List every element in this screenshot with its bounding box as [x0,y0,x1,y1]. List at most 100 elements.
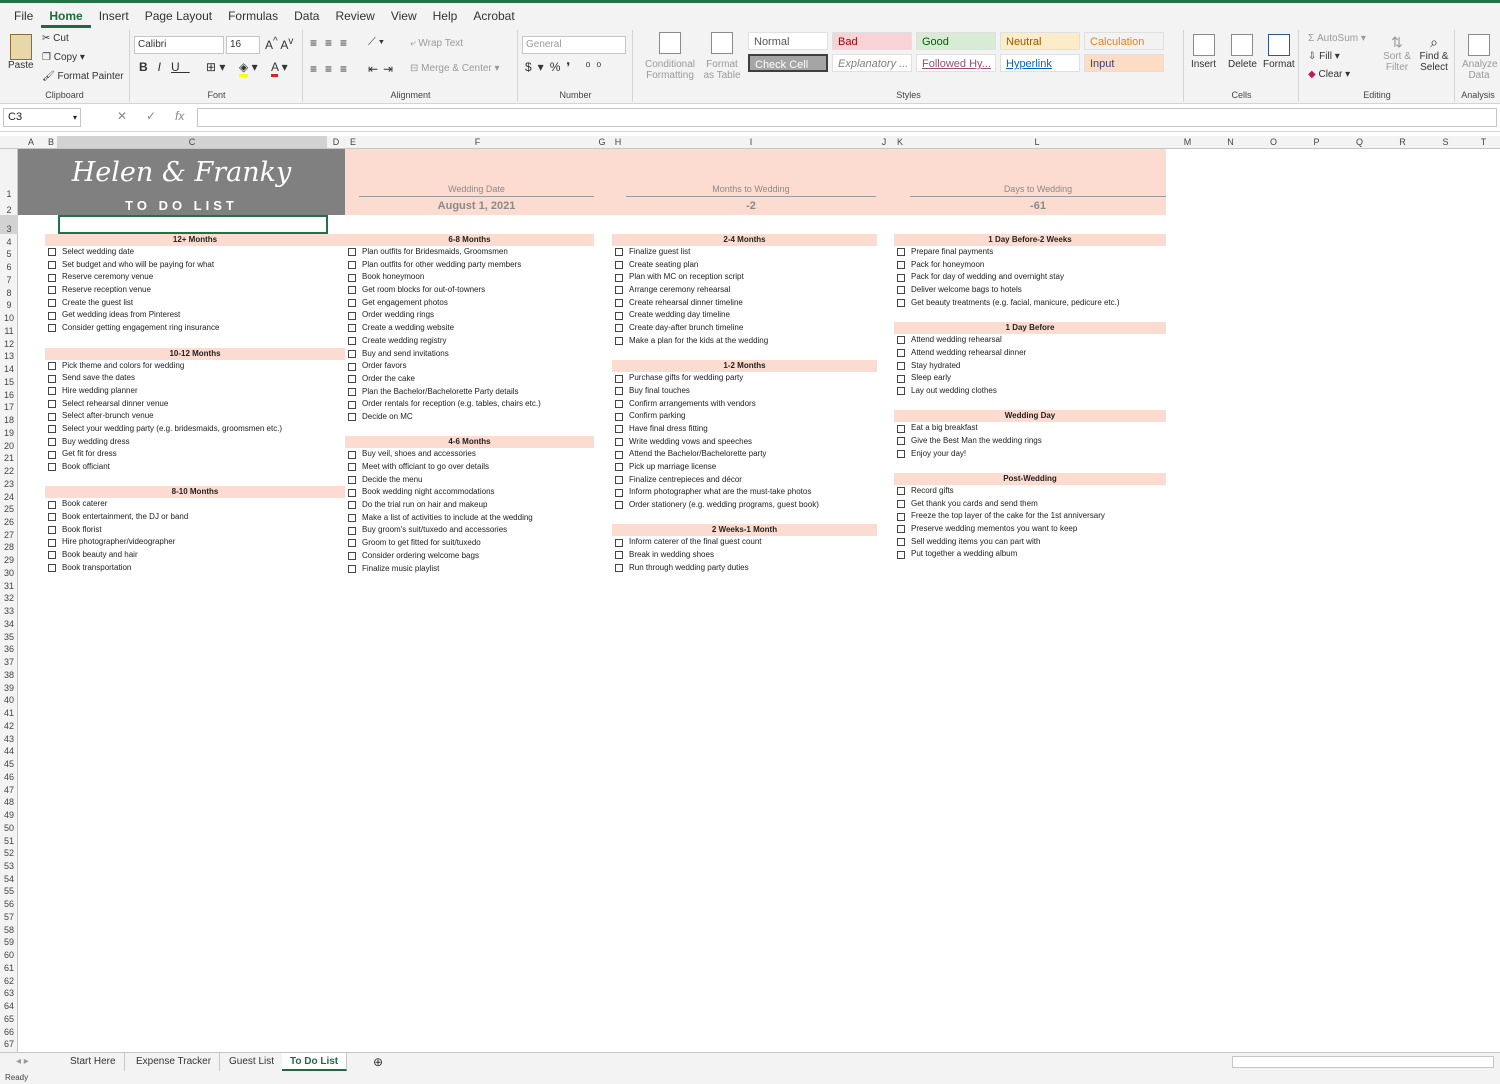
checkbox[interactable] [897,487,905,496]
row-header[interactable]: 38 [0,667,18,680]
menu-tab-page-layout[interactable]: Page Layout [137,9,220,28]
cut-button[interactable]: ✂ Cut [42,33,69,44]
fill-color-button[interactable]: ◈ ▾ [239,60,258,77]
column-header-p[interactable]: P [1295,137,1338,147]
menu-tab-data[interactable]: Data [286,9,327,28]
sheet-tab-to-do-list[interactable]: To Do List [282,1053,348,1071]
checkbox[interactable] [348,387,356,396]
row-header[interactable]: 50 [0,820,18,833]
checkbox[interactable] [615,261,623,270]
delete-cells-button[interactable]: Delete [1228,34,1257,70]
style-followed-hy[interactable]: Followed Hy... [916,54,996,72]
row-header[interactable]: 6 [0,259,18,272]
insert-function-button[interactable]: fx [175,109,184,123]
column-header-j[interactable]: J [876,137,892,147]
checkbox[interactable] [348,349,356,358]
row-header[interactable]: 42 [0,718,18,731]
row-header[interactable]: 29 [0,553,18,565]
row-header[interactable]: 36 [0,642,18,654]
row-header[interactable]: 5 [0,247,18,259]
checkbox[interactable] [897,299,905,308]
checkbox[interactable] [615,476,623,485]
font-color-button[interactable]: A ▾ [271,60,288,77]
row-header[interactable]: 51 [0,833,18,846]
checkbox[interactable] [348,526,356,535]
checkbox[interactable] [48,551,56,560]
row-header[interactable]: 30 [0,565,18,578]
checkbox[interactable] [48,261,56,270]
sheet-tab-start-here[interactable]: Start Here [62,1053,125,1071]
tab-scroll-arrows[interactable]: ◂ ▸ [8,1053,37,1071]
checkbox[interactable] [897,424,905,433]
checkbox[interactable] [348,375,356,384]
checkbox[interactable] [897,550,905,559]
checkbox[interactable] [897,361,905,370]
column-header-q[interactable]: Q [1338,137,1381,147]
checkbox[interactable] [348,286,356,295]
name-box[interactable]: C3 ▾ [3,108,81,127]
checkbox[interactable] [897,538,905,547]
checkbox[interactable] [615,299,623,308]
style-normal[interactable]: Normal [748,32,828,50]
font-name-dropdown[interactable]: Calibri [134,36,224,54]
number-format-buttons[interactable]: $▾%❜ ⁰⁰ [525,60,607,74]
days-to-wedding-value[interactable]: -61 [910,197,1166,212]
wedding-date-value[interactable]: August 1, 2021 [359,197,594,212]
row-header[interactable]: 32 [0,591,18,603]
row-header[interactable]: 9 [0,298,18,310]
format-as-table-button[interactable]: Format as Table [700,32,744,81]
merge-center-button[interactable]: ⊟ Merge & Center ▾ [410,63,500,74]
row-header[interactable]: 19 [0,425,18,438]
row-header[interactable]: 59 [0,935,18,947]
column-header-o[interactable]: O [1252,137,1295,147]
checkbox[interactable] [48,361,56,370]
style-good[interactable]: Good [916,32,996,50]
checkbox[interactable] [615,324,623,333]
style-check-cell[interactable]: Check Cell [748,54,828,72]
checkbox[interactable] [897,512,905,521]
row-header[interactable]: 66 [0,1024,18,1037]
row-header[interactable]: 39 [0,680,18,693]
enter-icon[interactable]: ✓ [146,109,156,123]
checkbox[interactable] [615,399,623,408]
menu-tab-review[interactable]: Review [327,9,382,28]
number-format-dropdown[interactable]: General [522,36,626,54]
borders-button[interactable]: ⊞ ▾ [206,60,225,74]
checkbox[interactable] [48,311,56,320]
font-grow-button[interactable]: A^ Av [265,36,293,52]
insert-cells-button[interactable]: Insert [1191,34,1216,70]
formula-input[interactable] [197,108,1497,127]
row-header[interactable]: 13 [0,349,18,361]
checkbox[interactable] [48,463,56,472]
column-header-k[interactable]: K [892,137,908,147]
checkbox[interactable] [897,261,905,270]
row-header[interactable]: 35 [0,629,18,642]
row-header[interactable]: 15 [0,374,18,387]
row-header[interactable]: 34 [0,616,18,629]
row-header[interactable]: 62 [0,973,18,986]
column-header-m[interactable]: M [1166,137,1209,147]
checkbox[interactable] [897,273,905,282]
checkbox[interactable] [615,538,623,547]
horizontal-scrollbar[interactable] [1232,1056,1494,1068]
copy-button[interactable]: ❐ Copy ▾ [42,52,85,63]
checkbox[interactable] [348,463,356,472]
row-header[interactable]: 31 [0,578,18,591]
row-header[interactable]: 17 [0,400,18,412]
sheet-tab-expense-tracker[interactable]: Expense Tracker [128,1053,221,1071]
column-header-b[interactable]: B [45,137,57,147]
row-header[interactable]: 57 [0,909,18,922]
column-header-n[interactable]: N [1209,137,1252,147]
checkbox[interactable] [348,501,356,510]
menu-tab-view[interactable]: View [383,9,425,28]
checkbox[interactable] [48,538,56,547]
row-header[interactable]: 26 [0,514,18,527]
column-header-g[interactable]: G [594,137,610,147]
menu-tab-home[interactable]: Home [41,9,91,28]
checkbox[interactable] [48,412,56,421]
checkbox[interactable] [348,273,356,282]
column-header-d[interactable]: D [327,137,345,147]
column-header-c[interactable]: C [57,136,327,148]
checkbox[interactable] [615,273,623,282]
style-explanatory[interactable]: Explanatory ... [832,54,912,72]
